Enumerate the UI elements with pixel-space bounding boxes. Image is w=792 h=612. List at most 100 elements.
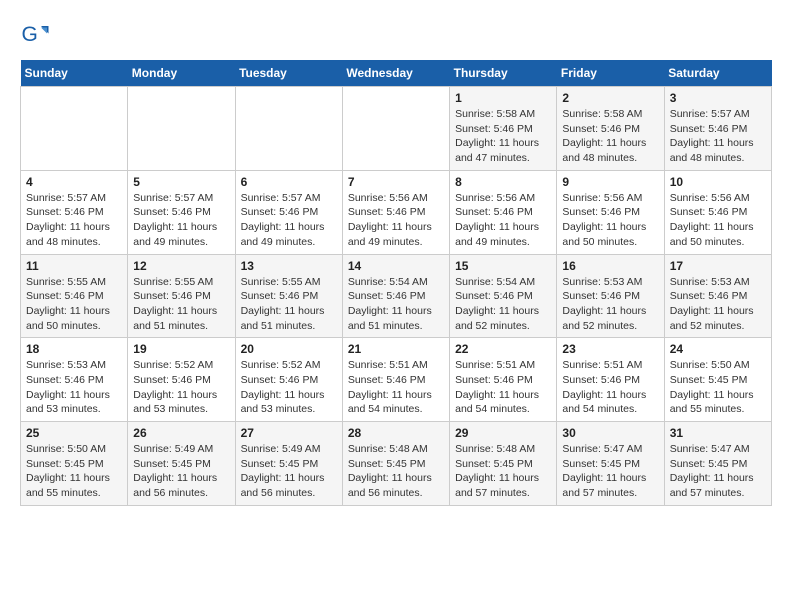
day-info: Sunrise: 5:57 AM Sunset: 5:46 PM Dayligh…	[670, 107, 766, 166]
logo: G	[20, 20, 54, 50]
calendar-day-cell: 20 Sunrise: 5:52 AM Sunset: 5:46 PM Dayli…	[235, 338, 342, 422]
calendar-day-cell: 10 Sunrise: 5:56 AM Sunset: 5:46 PM Dayli…	[664, 170, 771, 254]
calendar-day-cell: 21 Sunrise: 5:51 AM Sunset: 5:46 PM Dayli…	[342, 338, 449, 422]
calendar-header: SundayMondayTuesdayWednesdayThursdayFrid…	[21, 60, 772, 87]
day-number: 4	[26, 175, 122, 189]
day-info: Sunrise: 5:57 AM Sunset: 5:46 PM Dayligh…	[26, 191, 122, 250]
day-info: Sunrise: 5:57 AM Sunset: 5:46 PM Dayligh…	[133, 191, 229, 250]
page-header: G	[20, 20, 772, 50]
day-info: Sunrise: 5:54 AM Sunset: 5:46 PM Dayligh…	[348, 275, 444, 334]
day-info: Sunrise: 5:52 AM Sunset: 5:46 PM Dayligh…	[133, 358, 229, 417]
day-info: Sunrise: 5:55 AM Sunset: 5:46 PM Dayligh…	[241, 275, 337, 334]
day-of-week-header: Saturday	[664, 60, 771, 87]
day-number: 28	[348, 426, 444, 440]
day-number: 15	[455, 259, 551, 273]
day-number: 11	[26, 259, 122, 273]
day-number: 18	[26, 342, 122, 356]
day-info: Sunrise: 5:53 AM Sunset: 5:46 PM Dayligh…	[562, 275, 658, 334]
calendar-day-cell	[342, 87, 449, 171]
day-of-week-header: Friday	[557, 60, 664, 87]
calendar-day-cell: 29 Sunrise: 5:48 AM Sunset: 5:45 PM Dayli…	[450, 422, 557, 506]
calendar-day-cell: 24Sunrise: 5:50 AM Sunset: 5:45 PM Dayli…	[664, 338, 771, 422]
day-info: Sunrise: 5:56 AM Sunset: 5:46 PM Dayligh…	[670, 191, 766, 250]
day-number: 17	[670, 259, 766, 273]
day-number: 14	[348, 259, 444, 273]
day-info: Sunrise: 5:55 AM Sunset: 5:46 PM Dayligh…	[26, 275, 122, 334]
calendar-day-cell: 11 Sunrise: 5:55 AM Sunset: 5:46 PM Dayli…	[21, 254, 128, 338]
day-number: 13	[241, 259, 337, 273]
calendar-week-row: 11 Sunrise: 5:55 AM Sunset: 5:46 PM Dayli…	[21, 254, 772, 338]
calendar-day-cell: 4 Sunrise: 5:57 AM Sunset: 5:46 PM Daylig…	[21, 170, 128, 254]
day-number: 20	[241, 342, 337, 356]
calendar-table: SundayMondayTuesdayWednesdayThursdayFrid…	[20, 60, 772, 506]
day-info: Sunrise: 5:50 AM Sunset: 5:45 PM Dayligh…	[670, 358, 766, 417]
calendar-day-cell: 2 Sunrise: 5:58 AM Sunset: 5:46 PM Daylig…	[557, 87, 664, 171]
day-number: 3	[670, 91, 766, 105]
day-number: 16	[562, 259, 658, 273]
calendar-week-row: 25 Sunrise: 5:50 AM Sunset: 5:45 PM Dayli…	[21, 422, 772, 506]
days-of-week-row: SundayMondayTuesdayWednesdayThursdayFrid…	[21, 60, 772, 87]
day-number: 25	[26, 426, 122, 440]
calendar-day-cell: 19Sunrise: 5:52 AM Sunset: 5:46 PM Dayli…	[128, 338, 235, 422]
calendar-day-cell: 17 Sunrise: 5:53 AM Sunset: 5:46 PM Dayli…	[664, 254, 771, 338]
day-info: Sunrise: 5:56 AM Sunset: 5:46 PM Dayligh…	[562, 191, 658, 250]
day-info: Sunrise: 5:57 AM Sunset: 5:46 PM Dayligh…	[241, 191, 337, 250]
logo-icon: G	[20, 20, 50, 50]
calendar-day-cell: 15 Sunrise: 5:54 AM Sunset: 5:46 PM Dayli…	[450, 254, 557, 338]
day-number: 31	[670, 426, 766, 440]
day-info: Sunrise: 5:52 AM Sunset: 5:46 PM Dayligh…	[241, 358, 337, 417]
calendar-day-cell: 8 Sunrise: 5:56 AM Sunset: 5:46 PM Daylig…	[450, 170, 557, 254]
day-of-week-header: Sunday	[21, 60, 128, 87]
calendar-day-cell: 31 Sunrise: 5:47 AM Sunset: 5:45 PM Dayli…	[664, 422, 771, 506]
day-of-week-header: Wednesday	[342, 60, 449, 87]
day-info: Sunrise: 5:56 AM Sunset: 5:46 PM Dayligh…	[455, 191, 551, 250]
day-number: 2	[562, 91, 658, 105]
calendar-week-row: 1Sunrise: 5:58 AM Sunset: 5:46 PM Daylig…	[21, 87, 772, 171]
day-number: 26	[133, 426, 229, 440]
day-number: 21	[348, 342, 444, 356]
calendar-day-cell: 5 Sunrise: 5:57 AM Sunset: 5:46 PM Daylig…	[128, 170, 235, 254]
calendar-body: 1Sunrise: 5:58 AM Sunset: 5:46 PM Daylig…	[21, 87, 772, 506]
day-info: Sunrise: 5:49 AM Sunset: 5:45 PM Dayligh…	[133, 442, 229, 501]
day-number: 27	[241, 426, 337, 440]
day-info: Sunrise: 5:51 AM Sunset: 5:46 PM Dayligh…	[348, 358, 444, 417]
day-of-week-header: Monday	[128, 60, 235, 87]
calendar-day-cell: 22Sunrise: 5:51 AM Sunset: 5:46 PM Dayli…	[450, 338, 557, 422]
day-info: Sunrise: 5:54 AM Sunset: 5:46 PM Dayligh…	[455, 275, 551, 334]
calendar-day-cell: 3 Sunrise: 5:57 AM Sunset: 5:46 PM Daylig…	[664, 87, 771, 171]
calendar-day-cell	[21, 87, 128, 171]
calendar-day-cell: 18Sunrise: 5:53 AM Sunset: 5:46 PM Dayli…	[21, 338, 128, 422]
day-number: 10	[670, 175, 766, 189]
day-number: 12	[133, 259, 229, 273]
calendar-day-cell	[235, 87, 342, 171]
calendar-day-cell: 26 Sunrise: 5:49 AM Sunset: 5:45 PM Dayli…	[128, 422, 235, 506]
calendar-day-cell: 30 Sunrise: 5:47 AM Sunset: 5:45 PM Dayli…	[557, 422, 664, 506]
calendar-week-row: 4 Sunrise: 5:57 AM Sunset: 5:46 PM Daylig…	[21, 170, 772, 254]
day-info: Sunrise: 5:48 AM Sunset: 5:45 PM Dayligh…	[348, 442, 444, 501]
day-number: 29	[455, 426, 551, 440]
calendar-day-cell: 1Sunrise: 5:58 AM Sunset: 5:46 PM Daylig…	[450, 87, 557, 171]
day-number: 23	[562, 342, 658, 356]
day-info: Sunrise: 5:53 AM Sunset: 5:46 PM Dayligh…	[670, 275, 766, 334]
calendar-day-cell: 7Sunrise: 5:56 AM Sunset: 5:46 PM Daylig…	[342, 170, 449, 254]
day-number: 30	[562, 426, 658, 440]
day-info: Sunrise: 5:50 AM Sunset: 5:45 PM Dayligh…	[26, 442, 122, 501]
calendar-day-cell: 23 Sunrise: 5:51 AM Sunset: 5:46 PM Dayli…	[557, 338, 664, 422]
day-of-week-header: Thursday	[450, 60, 557, 87]
day-number: 6	[241, 175, 337, 189]
day-info: Sunrise: 5:47 AM Sunset: 5:45 PM Dayligh…	[562, 442, 658, 501]
day-info: Sunrise: 5:55 AM Sunset: 5:46 PM Dayligh…	[133, 275, 229, 334]
day-info: Sunrise: 5:47 AM Sunset: 5:45 PM Dayligh…	[670, 442, 766, 501]
calendar-day-cell: 13 Sunrise: 5:55 AM Sunset: 5:46 PM Dayli…	[235, 254, 342, 338]
calendar-day-cell: 14 Sunrise: 5:54 AM Sunset: 5:46 PM Dayli…	[342, 254, 449, 338]
day-info: Sunrise: 5:58 AM Sunset: 5:46 PM Dayligh…	[455, 107, 551, 166]
day-info: Sunrise: 5:48 AM Sunset: 5:45 PM Dayligh…	[455, 442, 551, 501]
calendar-day-cell: 27Sunrise: 5:49 AM Sunset: 5:45 PM Dayli…	[235, 422, 342, 506]
day-number: 9	[562, 175, 658, 189]
day-info: Sunrise: 5:56 AM Sunset: 5:46 PM Dayligh…	[348, 191, 444, 250]
day-number: 5	[133, 175, 229, 189]
day-number: 22	[455, 342, 551, 356]
day-info: Sunrise: 5:58 AM Sunset: 5:46 PM Dayligh…	[562, 107, 658, 166]
day-info: Sunrise: 5:51 AM Sunset: 5:46 PM Dayligh…	[562, 358, 658, 417]
day-number: 8	[455, 175, 551, 189]
